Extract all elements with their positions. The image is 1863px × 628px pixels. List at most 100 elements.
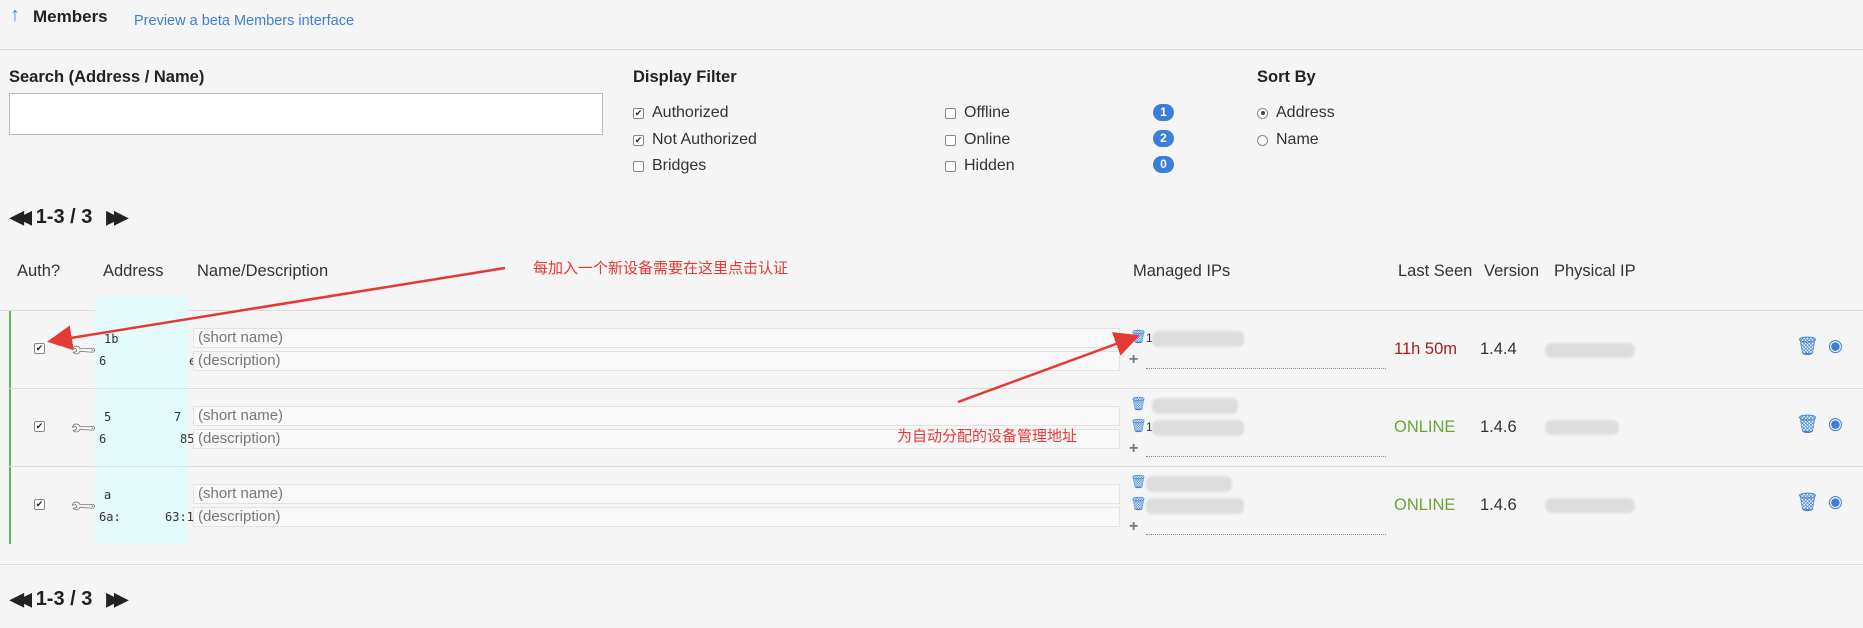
hidden-count-badge: 0 [1153, 156, 1174, 173]
online-checkbox[interactable] [945, 134, 956, 146]
col-auth: Auth? [17, 262, 61, 280]
sort-address-option[interactable]: Address [1257, 104, 1335, 122]
sort-address-radio[interactable] [1257, 107, 1268, 119]
member-mac: 6 [99, 354, 107, 368]
member-mac: 6 [99, 432, 107, 446]
hidden-checkbox[interactable] [945, 160, 956, 172]
description-input[interactable]: (description) [193, 507, 1120, 527]
hide-member-icon[interactable]: ◉ [1828, 414, 1843, 434]
filter-not-authorized-label: Not Authorized [652, 131, 757, 148]
member-address: 1b [104, 332, 119, 346]
col-version: Version [1484, 262, 1540, 280]
delete-ip-icon[interactable]: 🗑︎ [1130, 329, 1147, 345]
bridges-checkbox[interactable] [633, 160, 644, 172]
version: 1.4.6 [1480, 418, 1517, 436]
filter-bridges-label: Bridges [652, 157, 707, 174]
member-mac: 6a: [99, 510, 121, 524]
display-filter-label: Display Filter [633, 68, 737, 86]
filter-offline-label: Offline [964, 104, 1010, 121]
new-ip-input[interactable] [1146, 456, 1386, 457]
auth-checkbox[interactable]: ✔ [34, 421, 45, 432]
physical-ip-redaction [1545, 420, 1619, 435]
offline-checkbox[interactable] [945, 107, 956, 119]
col-name[interactable]: Name/Description [197, 262, 328, 281]
auth-checkbox[interactable]: ✔ [34, 343, 45, 354]
last-seen: ONLINE [1394, 418, 1456, 436]
sort-name-option[interactable]: Name [1257, 131, 1319, 149]
table-bottom-divider [0, 564, 1863, 565]
member-address: a [104, 488, 112, 502]
filter-authorized-label: Authorized [652, 104, 729, 121]
pager-text: 1-3 / 3 [35, 206, 93, 228]
not-authorized-checkbox[interactable]: ✔ [633, 134, 644, 146]
sort-address-label: Address [1276, 104, 1335, 121]
auth-checkbox[interactable]: ✔ [34, 499, 45, 510]
ip-redaction [1146, 498, 1244, 514]
prev-page-icon[interactable]: ◀◀ [10, 207, 32, 228]
row-divider [9, 466, 1863, 467]
ip-redaction [1146, 476, 1232, 492]
search-input[interactable] [9, 93, 603, 135]
auth-annotation: 每加入一个新设备需要在这里点击认证 [533, 260, 789, 277]
page-title: Members [33, 7, 108, 26]
online-count-badge: 2 [1153, 130, 1174, 147]
filter-hidden[interactable]: Hidden [945, 157, 1015, 175]
pager-text: 1-3 / 3 [35, 588, 93, 610]
filter-offline[interactable]: Offline [945, 104, 1010, 122]
ip-annotation: 为自动分配的设备管理地址 [897, 428, 1078, 445]
version: 1.4.4 [1480, 340, 1517, 358]
version: 1.4.6 [1480, 496, 1517, 514]
short-name-input[interactable]: (short name) [193, 328, 1120, 348]
search-label: Search (Address / Name) [9, 68, 205, 86]
prev-page-icon[interactable]: ◀◀ [10, 589, 32, 610]
ip-redaction [1152, 420, 1244, 436]
add-ip-icon[interactable]: + [1129, 351, 1138, 369]
delete-ip-icon[interactable]: 🗑︎ [1130, 418, 1147, 434]
ip-redaction [1152, 331, 1244, 347]
delete-ip-icon[interactable]: 🗑︎ [1130, 396, 1147, 412]
add-ip-icon[interactable]: + [1129, 440, 1138, 458]
short-name-input[interactable]: (short name) [193, 484, 1120, 504]
col-address[interactable]: Address [103, 262, 164, 281]
page-header: ↑ Members Preview a beta Members interfa… [0, 0, 1863, 50]
delete-member-icon[interactable]: 🗑︎ [1796, 492, 1819, 513]
pager-top: ◀◀ 1-3 / 3 ▶▶ [10, 206, 128, 229]
col-last-seen: Last Seen [1398, 262, 1473, 280]
sort-name-radio[interactable] [1257, 134, 1268, 146]
delete-ip-icon[interactable]: 🗑︎ [1130, 474, 1147, 490]
offline-count-badge: 1 [1153, 104, 1174, 121]
filter-online[interactable]: Online [945, 131, 1010, 149]
filter-authorized[interactable]: ✔ Authorized [633, 104, 729, 122]
filter-not-authorized[interactable]: ✔ Not Authorized [633, 131, 757, 149]
hide-member-icon[interactable]: ◉ [1828, 492, 1843, 512]
authorized-checkbox[interactable]: ✔ [633, 107, 644, 119]
ip-redaction [1152, 398, 1238, 414]
col-managed-ips: Managed IPs [1133, 262, 1231, 280]
last-seen: ONLINE [1394, 496, 1456, 514]
new-ip-input[interactable] [1146, 534, 1386, 535]
pager-bottom: ◀◀ 1-3 / 3 ▶▶ [10, 588, 128, 611]
next-page-icon[interactable]: ▶▶ [106, 589, 128, 610]
physical-ip-redaction [1545, 343, 1635, 358]
row-divider [9, 388, 1863, 389]
col-physical-ip: Physical IP [1554, 262, 1636, 280]
filter-online-label: Online [964, 131, 1011, 148]
new-ip-input[interactable] [1146, 368, 1386, 369]
arrow-up-icon[interactable]: ↑ [10, 4, 20, 27]
physical-ip-redaction [1545, 498, 1635, 513]
delete-ip-icon[interactable]: 🗑︎ [1130, 496, 1147, 512]
next-page-icon[interactable]: ▶▶ [106, 207, 128, 228]
short-name-input[interactable]: (short name) [193, 406, 1120, 426]
delete-member-icon[interactable]: 🗑︎ [1796, 414, 1819, 435]
description-input[interactable]: (description) [193, 351, 1120, 371]
add-ip-icon[interactable]: + [1129, 518, 1138, 536]
beta-interface-link[interactable]: Preview a beta Members interface [134, 13, 354, 29]
delete-member-icon[interactable]: 🗑︎ [1796, 336, 1819, 357]
member-address: 5 [104, 410, 112, 424]
hide-member-icon[interactable]: ◉ [1828, 336, 1843, 356]
filter-bridges[interactable]: Bridges [633, 157, 706, 175]
sort-by-label: Sort By [1257, 68, 1316, 86]
member-address-tail: 7 [174, 410, 182, 424]
filter-hidden-label: Hidden [964, 157, 1015, 174]
last-seen: 11h 50m [1394, 340, 1457, 358]
